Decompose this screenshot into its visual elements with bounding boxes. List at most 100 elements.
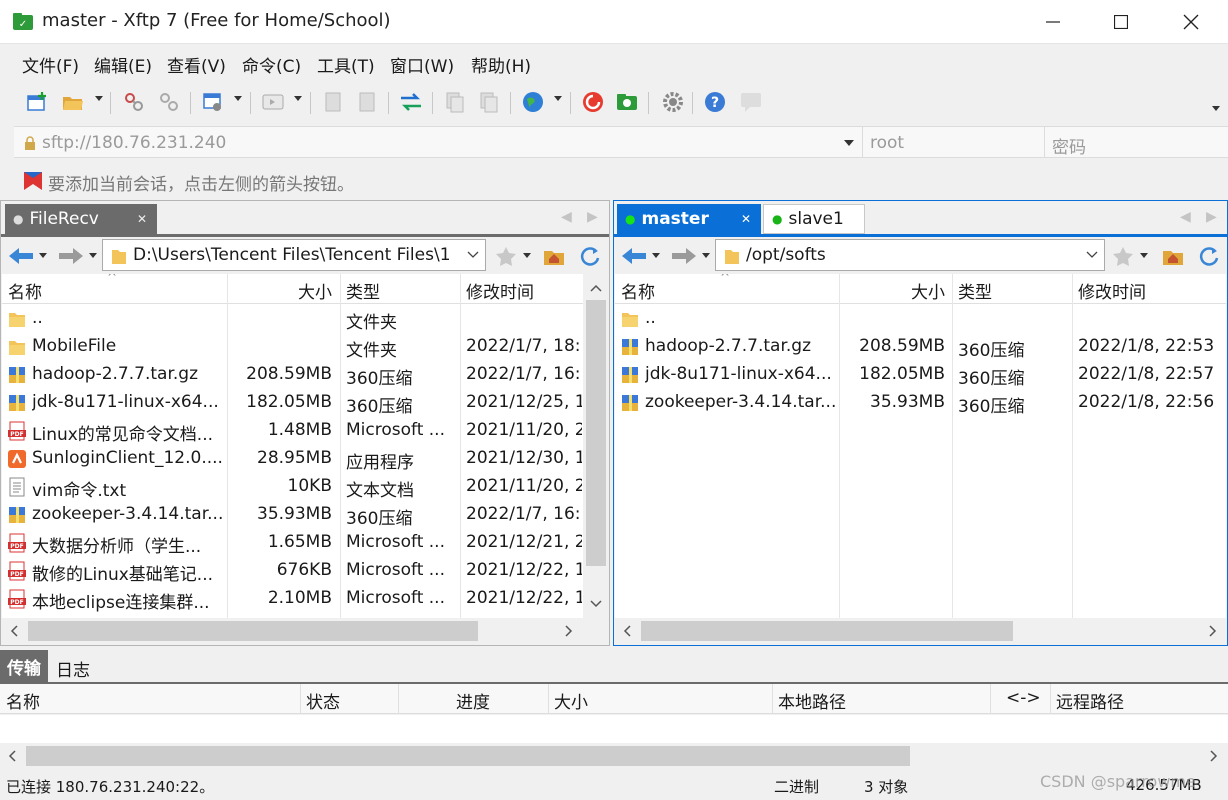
properties-dropdown-icon[interactable] — [234, 96, 242, 101]
scroll-left-icon[interactable] — [10, 625, 18, 637]
local-path-input[interactable]: D:\Users\Tencent Files\Tencent Files\1 — [102, 239, 486, 271]
local-horizontal-scrollbar[interactable] — [2, 618, 583, 644]
menu-window[interactable]: 窗口(W) — [390, 52, 454, 77]
toolbar-overflow-icon[interactable] — [1212, 106, 1220, 111]
tab-scroll-right-icon[interactable]: ▶ — [587, 209, 598, 225]
col-size[interactable]: 大小 — [554, 688, 588, 713]
home-folder-icon[interactable] — [1162, 245, 1184, 272]
connect-icon[interactable] — [121, 89, 147, 115]
scroll-thumb[interactable] — [586, 300, 606, 566]
username-input[interactable]: root — [870, 133, 904, 153]
file-row[interactable]: PDF 散修的Linux基础笔记... 676KB Microsoft ... 2021… — [2, 557, 583, 585]
file-row[interactable]: hadoop-2.7.7.tar.gz 208.59MB 360压缩 2022/1/7… — [2, 361, 583, 389]
col-status[interactable]: 状态 — [306, 688, 340, 713]
col-local-path[interactable]: 本地路径 — [778, 688, 846, 713]
tab-slave1[interactable]: ● slave1 — [763, 204, 865, 234]
scroll-left-icon[interactable] — [8, 750, 16, 762]
file-row[interactable]: .. 文件夹 — [2, 305, 583, 333]
col-modified[interactable]: 修改时间 — [466, 278, 534, 303]
chat-icon[interactable] — [738, 89, 764, 115]
gear-icon[interactable] — [660, 89, 686, 115]
remote-path-input[interactable]: /opt/softs — [715, 239, 1105, 271]
properties-icon[interactable] — [200, 89, 226, 115]
help-icon[interactable]: ? — [702, 89, 728, 115]
file-row[interactable]: SunloginClient_12.0.... 28.95MB 应用程序 2021/1… — [2, 445, 583, 473]
menu-view[interactable]: 查看(V) — [167, 52, 226, 77]
refresh-icon[interactable] — [579, 245, 601, 272]
scroll-down-icon[interactable] — [590, 600, 602, 608]
menu-command[interactable]: 命令(C) — [242, 52, 301, 77]
bookmark-star-icon[interactable] — [1112, 245, 1134, 272]
col-type[interactable]: 类型 — [346, 278, 380, 303]
col-remote-path[interactable]: 远程路径 — [1056, 688, 1124, 713]
disconnect-icon[interactable] — [156, 89, 182, 115]
file-row[interactable]: zookeeper-3.4.14.tar... 35.93MB 360压缩 2022/… — [2, 501, 583, 529]
scroll-up-icon[interactable] — [590, 284, 602, 292]
chevron-down-icon[interactable] — [467, 251, 479, 259]
file-row[interactable]: zookeeper-3.4.14.tar... 35.93MB 360压缩 2022/… — [615, 389, 1226, 417]
file-row[interactable]: PDF 本地eclipse连接集群... 2.10MB Microsoft ... 20… — [2, 585, 583, 613]
open-folder-icon[interactable] — [60, 89, 86, 115]
file-row[interactable]: vim命令.txt 10KB 文本文档 2021/11/20, 2 — [2, 473, 583, 501]
file-row[interactable]: MobileFile 文件夹 2022/1/7, 18: — [2, 333, 583, 361]
copy-icon[interactable] — [442, 89, 468, 115]
tab-close-icon[interactable]: ✕ — [741, 212, 751, 226]
scroll-right-icon[interactable] — [1209, 625, 1217, 637]
xshell-icon[interactable] — [580, 89, 606, 115]
close-button[interactable] — [1156, 0, 1226, 44]
col-modified[interactable]: 修改时间 — [1078, 278, 1146, 303]
upload-icon[interactable] — [320, 89, 346, 115]
back-arrow-icon[interactable] — [620, 246, 648, 271]
col-name[interactable]: 名称 — [621, 278, 655, 303]
tab-master[interactable]: ● master ✕ — [617, 204, 761, 234]
menu-edit[interactable]: 编辑(E) — [94, 52, 152, 77]
maximize-button[interactable] — [1086, 0, 1156, 44]
new-session-icon[interactable] — [24, 89, 50, 115]
xftp-icon[interactable] — [614, 89, 640, 115]
local-vertical-scrollbar[interactable] — [584, 274, 608, 618]
scroll-thumb[interactable] — [28, 621, 478, 641]
tab-close-icon[interactable]: ✕ — [137, 212, 147, 226]
minimize-button[interactable] — [1018, 0, 1088, 44]
col-size[interactable]: 大小 — [298, 278, 332, 303]
back-dropdown-icon[interactable] — [652, 253, 660, 258]
host-dropdown-icon[interactable] — [844, 140, 854, 146]
file-row[interactable]: jdk-8u171-linux-x64... 182.05MB 360压缩 2021/… — [2, 389, 583, 417]
file-row[interactable]: PDF Linux的常见命令文档... 1.48MB Microsoft ... 202… — [2, 417, 583, 445]
transfer-horizontal-scrollbar[interactable] — [0, 743, 1228, 769]
file-row[interactable]: hadoop-2.7.7.tar.gz 208.59MB 360压缩 2022/1/8… — [615, 333, 1226, 361]
bookmark-star-icon[interactable] — [495, 245, 517, 272]
download-icon[interactable] — [354, 89, 380, 115]
remote-horizontal-scrollbar[interactable] — [615, 618, 1226, 644]
col-name[interactable]: 名称 — [6, 688, 40, 713]
file-row[interactable]: .. — [615, 305, 1226, 333]
forward-arrow-icon[interactable] — [670, 246, 698, 271]
terminal-dropdown-icon[interactable] — [294, 96, 302, 101]
sync-transfer-icon[interactable] — [398, 89, 424, 115]
host-input[interactable]: sftp://180.76.231.240 — [42, 133, 226, 153]
transfer-mode[interactable]: 二进制 — [774, 776, 819, 797]
menu-tools[interactable]: 工具(T) — [317, 52, 375, 77]
back-dropdown-icon[interactable] — [39, 253, 47, 258]
add-session-arrow-icon[interactable] — [22, 170, 44, 197]
chevron-down-icon[interactable] — [1086, 251, 1098, 259]
file-row[interactable]: PDF 大数据分析师（学生... 1.65MB Microsoft ... 2021/1… — [2, 529, 583, 557]
scroll-left-icon[interactable] — [623, 625, 631, 637]
home-folder-icon[interactable] — [543, 245, 565, 272]
tab-log[interactable]: 日志 — [56, 656, 90, 681]
menu-help[interactable]: 帮助(H) — [471, 52, 531, 77]
forward-dropdown-icon[interactable] — [702, 253, 710, 258]
tab-scroll-left-icon[interactable]: ◀ — [561, 209, 572, 225]
col-name[interactable]: 名称 — [8, 278, 42, 303]
col-progress[interactable]: 进度 — [456, 688, 490, 713]
refresh-icon[interactable] — [1198, 245, 1220, 272]
scroll-thumb[interactable] — [26, 746, 910, 766]
forward-arrow-icon[interactable] — [57, 246, 85, 271]
bookmark-dropdown-icon[interactable] — [1140, 253, 1148, 258]
paste-icon[interactable] — [476, 89, 502, 115]
tab-scroll-right-icon[interactable]: ▶ — [1206, 209, 1217, 225]
globe-icon[interactable] — [520, 89, 546, 115]
terminal-icon[interactable] — [260, 89, 286, 115]
tab-filerecv[interactable]: ● FileRecv ✕ — [5, 204, 157, 234]
password-input[interactable]: 密码 — [1052, 133, 1086, 158]
